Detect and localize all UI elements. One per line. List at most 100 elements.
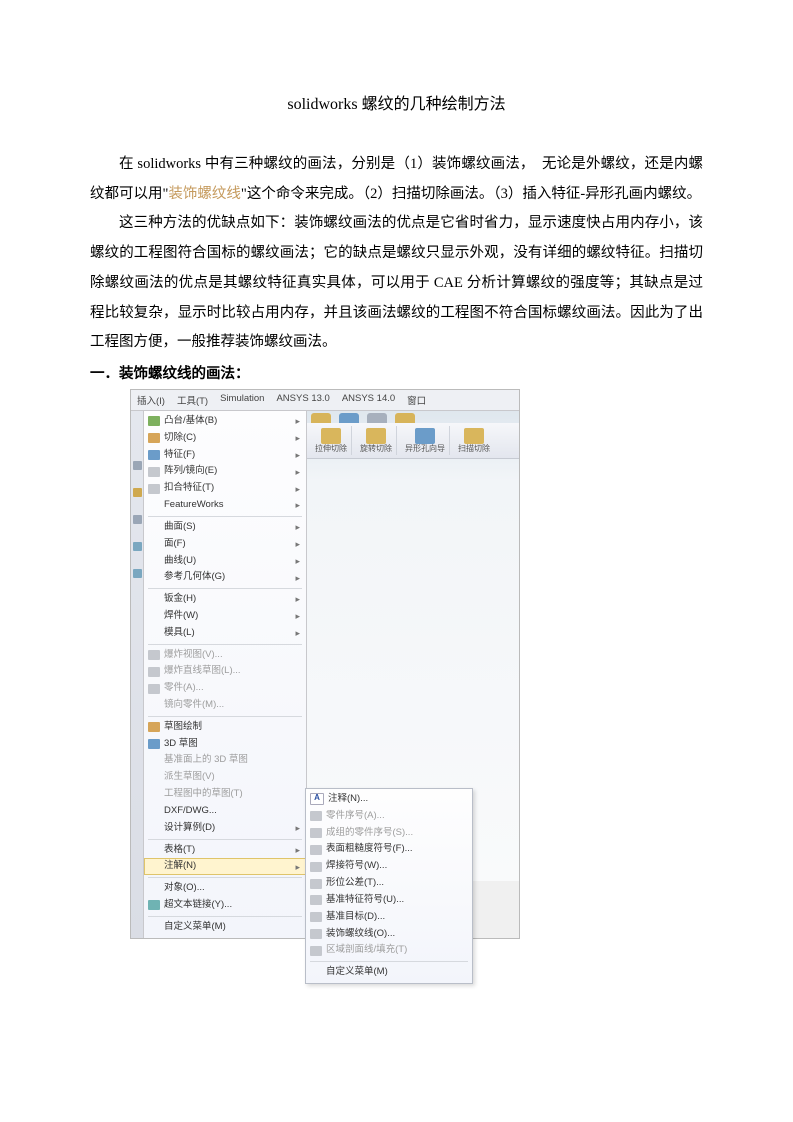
tool-revolved-cut[interactable]: 旋转切除 — [356, 426, 397, 455]
menu-item-pattern[interactable]: 阵列/镜向(E)▸ — [144, 463, 306, 480]
menu-item-curve[interactable]: 曲线(U)▸ — [144, 553, 306, 570]
submenu-item-geo-tolerance[interactable]: 形位公差(T)... — [306, 875, 472, 892]
menu-item-surface[interactable]: 曲面(S)▸ — [144, 519, 306, 536]
menu-item-boss[interactable]: 凸台/基体(B)▸ — [144, 413, 306, 430]
menu-item-cut[interactable]: 切除(C)▸ — [144, 430, 306, 447]
label: 模具(L) — [164, 627, 195, 640]
strip-icon — [133, 569, 142, 578]
blank-icon — [148, 501, 160, 511]
label: 钣金(H) — [164, 593, 196, 606]
menu-window[interactable]: 窗口 — [407, 393, 426, 407]
submenu-item-note[interactable]: A注释(N)... — [306, 791, 472, 808]
sidebar-strip — [131, 411, 144, 938]
feature-toolbar: 拉伸切除 旋转切除 异形孔向导 扫描切除 — [307, 423, 519, 459]
menu-item-design-study[interactable]: 设计算例(D)▸ — [144, 820, 306, 837]
sketch3d-icon — [148, 739, 160, 749]
chevron-right-icon: ▸ — [295, 483, 300, 495]
menu-item-part: 零件(A)... — [144, 680, 306, 697]
strip-icon — [133, 488, 142, 497]
submenu-item-datum-feature[interactable]: 基准特征符号(U)... — [306, 892, 472, 909]
label: 表面粗糙度符号(F)... — [326, 843, 413, 856]
menu-item-tables[interactable]: 表格(T)▸ — [144, 842, 306, 859]
label: 爆炸直线草图(L)... — [164, 665, 241, 678]
menu-separator — [148, 588, 302, 589]
label: 3D 草图 — [164, 738, 198, 751]
menu-item-fasten[interactable]: 扣合特征(T) ▸ — [144, 480, 306, 497]
menu-item-mirror-part: 镜向零件(M)... — [144, 697, 306, 714]
menu-item-sheetmetal[interactable]: 钣金(H)▸ — [144, 591, 306, 608]
strip-icon — [133, 515, 142, 524]
submenu-item-weld-symbol[interactable]: 焊接符号(W)... — [306, 858, 472, 875]
label: 参考几何体(G) — [164, 571, 225, 584]
menu-item-sketch[interactable]: 草图绘制 — [144, 719, 306, 736]
cosmetic-thread-icon — [310, 929, 322, 939]
label: 零件序号(A)... — [326, 810, 385, 823]
menu-separator — [148, 716, 302, 717]
menu-tools[interactable]: 工具(T) — [177, 393, 208, 407]
label: 基准目标(D)... — [326, 911, 385, 924]
gtol-icon — [310, 879, 322, 889]
exploded-icon — [148, 650, 160, 660]
menu-insert[interactable]: 插入(I) — [137, 393, 165, 407]
label: DXF/DWG... — [164, 805, 217, 818]
menu-item-refgeom[interactable]: 参考几何体(G)▸ — [144, 569, 306, 586]
menu-item-face[interactable]: 面(F)▸ — [144, 536, 306, 553]
menu-item-derived-sketch: 派生草图(V) — [144, 769, 306, 786]
label: 特征(F) — [164, 449, 195, 462]
label: 基准特征符号(U)... — [326, 894, 404, 907]
menu-item-mold[interactable]: 模具(L)▸ — [144, 625, 306, 642]
tab-pill-icon — [395, 413, 415, 423]
menu-item-exploded-view: 爆炸视图(V)... — [144, 647, 306, 664]
menu-item-annotations[interactable]: 注解(N)▸ — [144, 858, 306, 875]
tool-extruded-cut[interactable]: 拉伸切除 — [311, 426, 352, 455]
label: 注释(N)... — [328, 793, 368, 806]
submenu-item-datum-target[interactable]: 基准目标(D)... — [306, 909, 472, 926]
label: 设计算例(D) — [164, 822, 215, 835]
submenu-item-stacked-balloon: 成组的零件序号(S)... — [306, 825, 472, 842]
menu-item-weldment[interactable]: 焊件(W)▸ — [144, 608, 306, 625]
menu-ansys13[interactable]: ANSYS 13.0 — [276, 393, 329, 407]
label: 曲线(U) — [164, 555, 196, 568]
label: 超文本链接(Y)... — [164, 899, 232, 912]
label: 区域剖面线/填充(T) — [326, 944, 407, 957]
label: 装饰螺纹线(O)... — [326, 928, 395, 941]
menu-item-3dsketch[interactable]: 3D 草图 — [144, 736, 306, 753]
label: 异形孔向导 — [405, 445, 445, 453]
menu-item-featureworks[interactable]: FeatureWorks▸ — [144, 497, 306, 514]
label: 扣合特征(T) — [164, 482, 214, 495]
submenu-item-customize[interactable]: 自定义菜单(M) — [306, 964, 472, 981]
menu-item-object[interactable]: 对象(O)... — [144, 880, 306, 897]
menu-item-dxf[interactable]: DXF/DWG... — [144, 803, 306, 820]
menu-simulation[interactable]: Simulation — [220, 393, 264, 407]
p1-text-b: "这个命令来完成。（2）扫描切除画法。（3）插入特征-异形孔画内螺纹。 — [241, 186, 701, 202]
menu-separator — [310, 961, 468, 962]
boss-icon — [148, 416, 160, 426]
menu-separator — [148, 839, 302, 840]
menu-item-drawing-sketch: 工程图中的草图(T) — [144, 786, 306, 803]
label: 自定义菜单(M) — [326, 966, 388, 979]
stacked-balloon-icon — [310, 828, 322, 838]
label: 注解(N) — [164, 860, 196, 873]
menu-item-3dsketch-plane: 基准面上的 3D 草图 — [144, 752, 306, 769]
solidworks-screenshot: 插入(I) 工具(T) Simulation ANSYS 13.0 ANSYS … — [130, 389, 520, 939]
label: 成组的零件序号(S)... — [326, 827, 413, 840]
label: 旋转切除 — [360, 445, 392, 453]
label: 自定义菜单(M) — [164, 921, 226, 934]
submenu-item-cosmetic-thread[interactable]: 装饰螺纹线(O)... — [306, 926, 472, 943]
tool-hole-wizard[interactable]: 异形孔向导 — [401, 426, 450, 455]
label: 派生草图(V) — [164, 771, 215, 784]
menu-ansys14[interactable]: ANSYS 14.0 — [342, 393, 395, 407]
page-title: solidworks 螺纹的几种绘制方法 — [90, 90, 703, 114]
label: FeatureWorks — [164, 499, 223, 512]
menu-item-customize[interactable]: 自定义菜单(M) — [144, 919, 306, 936]
toolbar-tabs — [307, 411, 519, 423]
sketch-icon — [148, 722, 160, 732]
tool-swept-cut[interactable]: 扫描切除 — [454, 426, 494, 455]
menu-separator — [148, 516, 302, 517]
label: 对象(O)... — [164, 882, 205, 895]
menu-item-features[interactable]: 特征(F) ▸ — [144, 447, 306, 464]
hole-wizard-icon — [415, 428, 435, 444]
chevron-right-icon: ▸ — [295, 449, 300, 461]
submenu-item-surface-finish[interactable]: 表面粗糙度符号(F)... — [306, 841, 472, 858]
menu-item-hyperlink[interactable]: 超文本链接(Y)... — [144, 897, 306, 914]
